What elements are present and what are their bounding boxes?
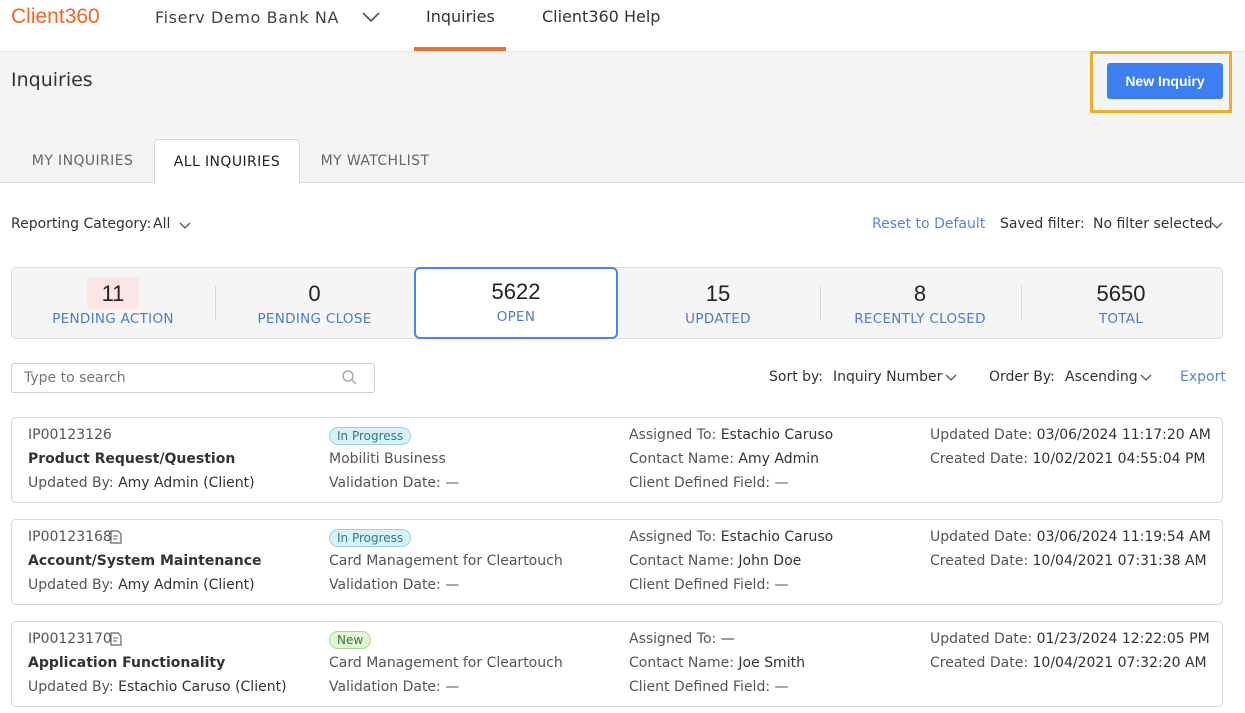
search-icon[interactable] [341, 369, 359, 387]
export-link[interactable]: Export [1180, 369, 1226, 385]
stat-value: 0 [308, 281, 321, 306]
stat-open[interactable]: 5622 OPEN [414, 267, 618, 339]
inquiry-id[interactable]: IP00123168 [28, 529, 112, 545]
created-date: Created Date: 10/02/2021 04:55:04 PM [930, 451, 1206, 467]
updated-date: Updated Date: 03/06/2024 11:17:20 AM [930, 427, 1211, 443]
nav-help[interactable]: Client360 Help [542, 7, 660, 26]
product-name: Card Management for Cleartouch [329, 655, 563, 671]
reporting-category-label: Reporting Category: [11, 216, 152, 232]
contact-name: Contact Name: John Doe [629, 553, 802, 569]
chevron-down-icon[interactable] [1140, 373, 1152, 383]
assigned-to: Assigned To: Estachio Caruso [629, 529, 834, 545]
tab-my-watchlist[interactable]: MY WATCHLIST [300, 139, 450, 183]
updated-date: Updated Date: 01/23/2024 12:22:05 PM [930, 631, 1210, 647]
document-icon [110, 530, 122, 544]
sort-by-select[interactable]: Inquiry Number [833, 369, 942, 385]
stat-value: 5622 [491, 279, 541, 304]
tab-my-inquiries[interactable]: MY INQUIRIES [11, 139, 154, 183]
order-by-select[interactable]: Ascending [1065, 369, 1138, 385]
tab-all-inquiries[interactable]: ALL INQUIRIES [154, 139, 300, 184]
chevron-down-icon[interactable] [179, 221, 191, 231]
client-defined-field: Client Defined Field: — [629, 679, 789, 695]
created-date: Created Date: 10/04/2021 07:32:20 AM [930, 655, 1207, 671]
page-title: Inquiries [11, 69, 93, 91]
stat-label: UPDATED [685, 311, 751, 327]
validation-date: Validation Date: — [329, 679, 460, 695]
contact-name: Contact Name: Joe Smith [629, 655, 805, 671]
validation-date: Validation Date: — [329, 577, 460, 593]
validation-date: Validation Date: — [329, 475, 460, 491]
saved-filter-select[interactable]: No filter selected [1093, 216, 1213, 232]
stat-value: 15 [705, 281, 731, 306]
contact-name: Contact Name: Amy Admin [629, 451, 819, 467]
updated-by: Updated By: Estachio Caruso (Client) [28, 679, 287, 695]
app-logo[interactable]: Client360 [11, 5, 100, 29]
chevron-down-icon[interactable] [945, 373, 957, 383]
inquiry-id[interactable]: IP00123126 [28, 427, 112, 443]
order-by-label: Order By: [989, 369, 1055, 385]
product-name: Card Management for Cleartouch [329, 553, 563, 569]
stat-label: OPEN [496, 309, 536, 325]
product-name: Mobiliti Business [329, 451, 446, 467]
created-date: Created Date: 10/04/2021 07:31:38 AM [930, 553, 1207, 569]
nav-active-indicator [414, 47, 506, 51]
bank-selector[interactable]: Fiserv Demo Bank NA [155, 8, 339, 27]
stat-value: 8 [913, 281, 927, 306]
stat-total[interactable]: 5650 TOTAL [1021, 267, 1221, 339]
reset-to-default-link[interactable]: Reset to Default [872, 216, 985, 232]
updated-by: Updated By: Amy Admin (Client) [28, 475, 255, 491]
search-input[interactable] [11, 363, 375, 393]
status-badge: New [329, 631, 372, 649]
stat-value: 11 [101, 281, 125, 306]
stat-pending-action[interactable]: 11 PENDING ACTION [11, 267, 215, 339]
saved-filter-label: Saved filter: [1000, 216, 1085, 232]
client-defined-field: Client Defined Field: — [629, 475, 789, 491]
sort-by-label: Sort by: [769, 369, 824, 385]
inquiry-id[interactable]: IP00123170 [28, 631, 112, 647]
stat-value: 5650 [1096, 281, 1146, 306]
stat-label: PENDING CLOSE [257, 311, 372, 327]
nav-inquiries[interactable]: Inquiries [426, 7, 495, 26]
stat-label: TOTAL [1098, 311, 1144, 327]
stat-updated[interactable]: 15 UPDATED [618, 267, 818, 339]
inquiry-category: Application Functionality [28, 655, 226, 671]
inquiry-category: Product Request/Question [28, 451, 236, 467]
status-badge: In Progress [329, 427, 412, 445]
reporting-category-select[interactable]: All [153, 216, 170, 232]
inquiry-category: Account/System Maintenance [28, 553, 262, 569]
chevron-down-icon[interactable] [361, 8, 381, 26]
client-defined-field: Client Defined Field: — [629, 577, 789, 593]
updated-date: Updated Date: 03/06/2024 11:19:54 AM [930, 529, 1211, 545]
document-icon [110, 632, 122, 646]
stat-label: PENDING ACTION [52, 311, 174, 327]
chevron-down-icon[interactable] [1211, 221, 1223, 231]
assigned-to: Assigned To: Estachio Caruso [629, 427, 834, 443]
status-badge: In Progress [329, 529, 412, 547]
assigned-to: Assigned To: — [629, 631, 735, 647]
stat-label: RECENTLY CLOSED [854, 311, 986, 327]
stat-recently-closed[interactable]: 8 RECENTLY CLOSED [820, 267, 1020, 339]
stat-pending-close[interactable]: 0 PENDING CLOSE [215, 267, 414, 339]
new-inquiry-button[interactable]: New Inquiry [1107, 63, 1223, 99]
updated-by: Updated By: Amy Admin (Client) [28, 577, 255, 593]
